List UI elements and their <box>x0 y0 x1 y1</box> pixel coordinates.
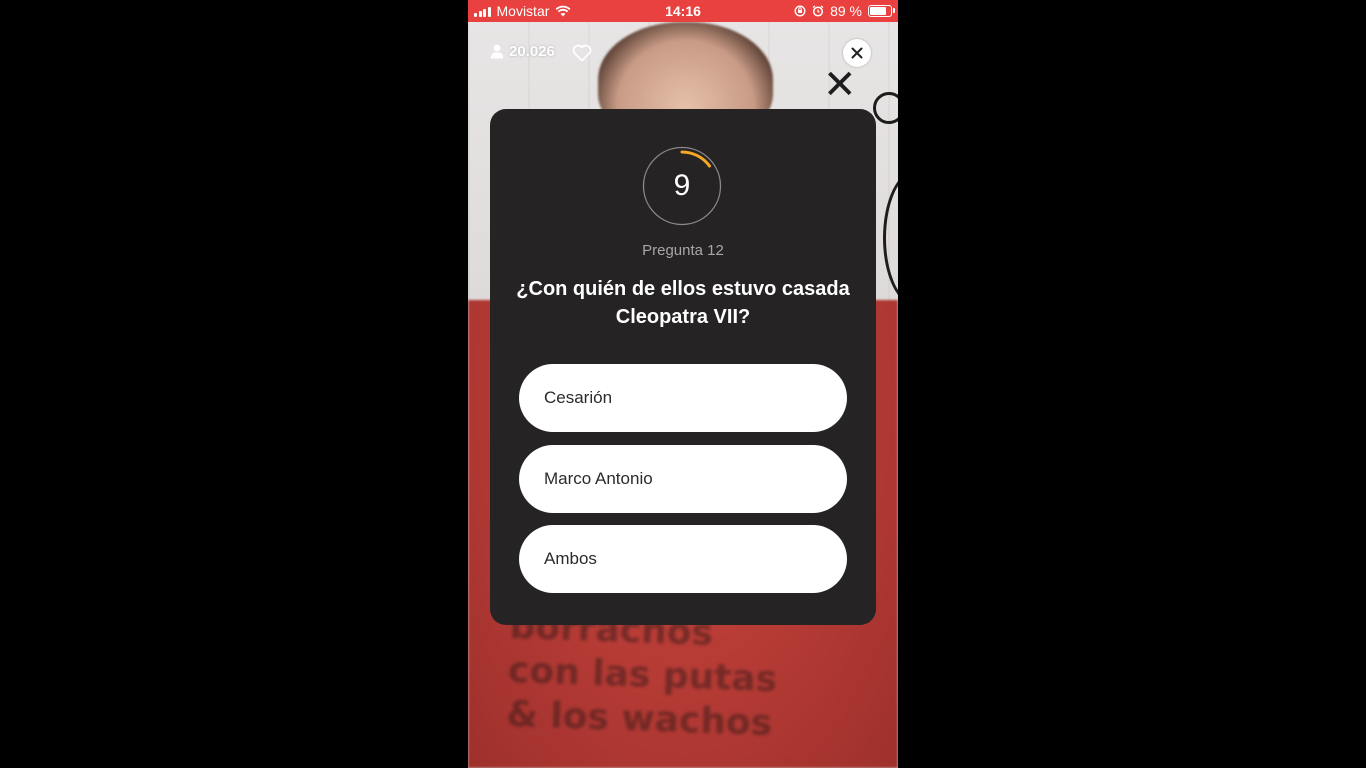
answer-option-1[interactable]: Cesarión <box>519 364 847 432</box>
phone-screen: ✕ borrachos con las putas & los wachos M… <box>468 0 898 768</box>
wall-drawing-circle <box>873 92 898 124</box>
answer-option-2[interactable]: Marco Antonio <box>519 445 847 513</box>
answer-label: Marco Antonio <box>544 469 653 488</box>
battery-level <box>870 7 887 15</box>
countdown-timer: 9 <box>642 146 722 226</box>
status-bar: Movistar 14:16 89 % <box>468 0 898 22</box>
shirt-text: borrachos con las putas & los wachos <box>505 605 778 744</box>
close-button[interactable] <box>843 39 871 67</box>
close-icon <box>851 47 863 59</box>
heart-outline-icon[interactable] <box>572 44 592 62</box>
answer-option-3[interactable]: Ambos <box>519 525 847 593</box>
timer-value: 9 <box>673 169 691 202</box>
question-number: Pregunta 12 <box>642 242 724 259</box>
question-text: ¿Con quién de ellos estuvo casada Cleopa… <box>516 278 850 328</box>
alarm-icon <box>812 5 824 17</box>
answer-label: Cesarión <box>544 388 613 407</box>
quiz-card: 9 Pregunta 12 ¿Con quién de ellos estuvo… <box>490 109 876 625</box>
battery-percentage: 89 % <box>830 3 862 19</box>
viewer-count: 20.026 <box>490 43 555 60</box>
answer-label: Ambos <box>544 549 597 568</box>
battery-icon <box>868 5 895 17</box>
wall-drawing-x: ✕ <box>823 63 857 107</box>
viewer-count-value: 20.026 <box>509 43 555 60</box>
orientation-lock-icon <box>794 5 806 17</box>
person-icon <box>490 44 504 59</box>
